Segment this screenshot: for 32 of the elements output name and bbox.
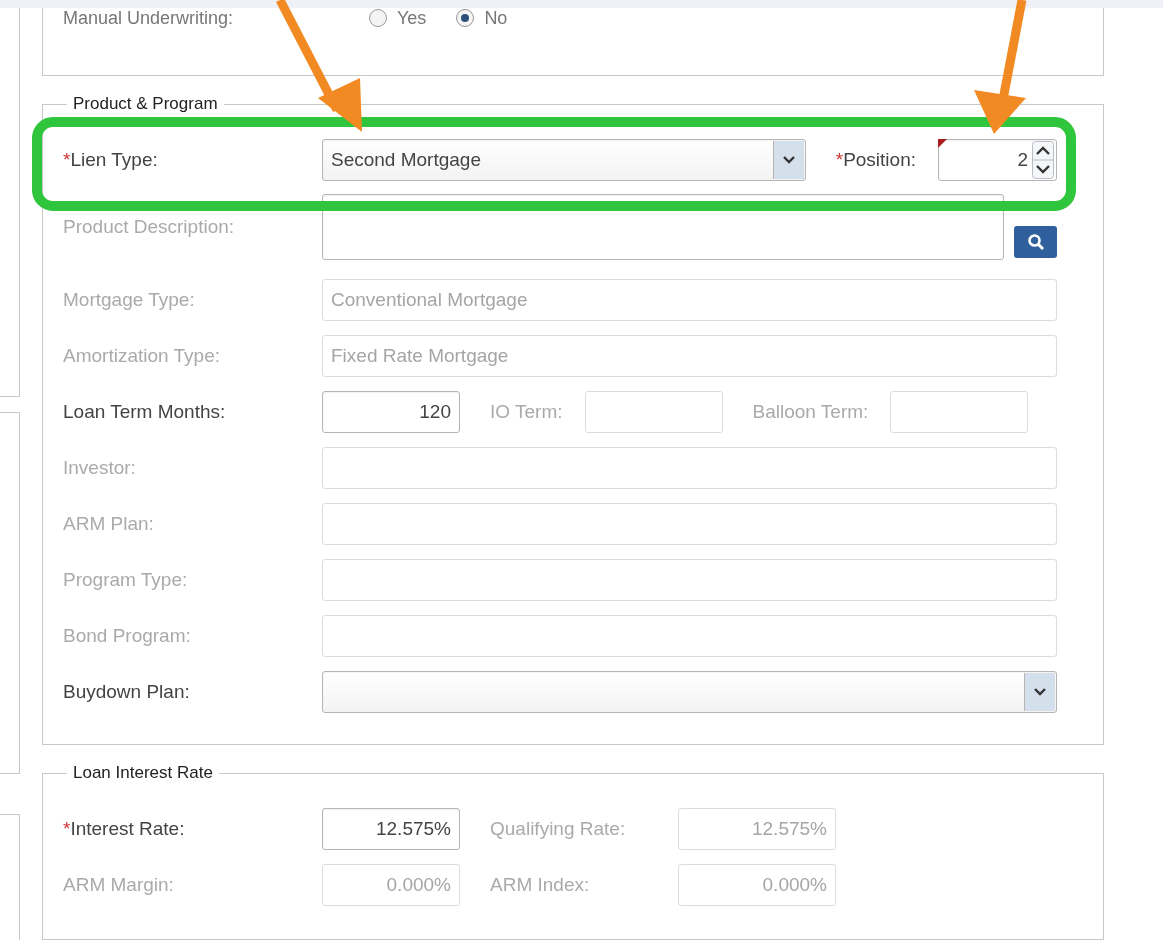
section-title: Product & Program (72, 94, 219, 114)
search-icon (1026, 233, 1045, 251)
number-spinner[interactable]: 2 (938, 139, 1057, 181)
dropdown[interactable] (322, 671, 1057, 713)
input-field[interactable]: 12.575% (322, 808, 460, 850)
field-label: *Interest Rate: (63, 818, 186, 840)
radio-option[interactable]: No (456, 7, 508, 29)
field-label: ARM Plan: (63, 513, 155, 535)
field-label: Loan Term Months: (63, 401, 227, 423)
field-label: Investor: (63, 457, 137, 479)
field-label: Mortgage Type: (63, 289, 196, 311)
radio-option[interactable]: Yes (369, 7, 427, 29)
input-field[interactable]: 120 (322, 391, 460, 433)
field-label: Bond Program: (63, 625, 192, 647)
field-label: *Lien Type: (63, 149, 159, 171)
caret-icon (1024, 673, 1055, 711)
field-label: Product Description: (63, 216, 236, 238)
field-label: *Position: (835, 149, 916, 171)
field-label: Program Type: (63, 569, 189, 591)
stepper-icon (1032, 141, 1054, 179)
dropdown[interactable]: Second Mortgage (322, 139, 806, 181)
search-button[interactable] (1014, 226, 1057, 258)
field-label: ARM Index: (490, 874, 591, 896)
field-label: Amortization Type: (63, 345, 221, 367)
section-title: Loan Interest Rate (72, 763, 214, 783)
field-label: IO Term: (490, 401, 563, 423)
field-label: Qualifying Rate: (490, 818, 627, 840)
field-label: Manual Underwriting: (63, 7, 235, 29)
field-label: Balloon Term: (752, 401, 869, 423)
caret-icon (772, 141, 804, 179)
field-label: ARM Margin: (63, 874, 175, 896)
field-label: Buydown Plan: (63, 681, 191, 703)
